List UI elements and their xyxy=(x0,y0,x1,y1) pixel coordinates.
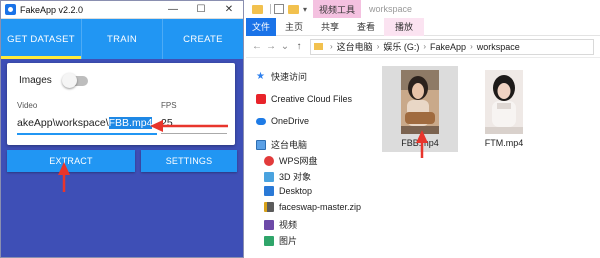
video-path-input[interactable]: akeApp\workspace\FBB.mp4 xyxy=(17,117,153,129)
settings-button[interactable]: SETTINGS xyxy=(141,150,237,172)
breadcrumb-separator-icon: › xyxy=(330,42,333,51)
video-tools-context-tab[interactable]: 视频工具 xyxy=(313,0,362,18)
back-arrow-icon[interactable]: ← xyxy=(250,41,264,52)
video-path-selected-text: FBB.mp4 xyxy=(108,117,153,129)
tab-get-dataset[interactable]: GET DATASET xyxy=(1,19,81,59)
breadcrumb-fakeapp[interactable]: FakeApp xyxy=(430,42,466,52)
breadcrumb-separator-icon: › xyxy=(376,42,380,51)
recent-locations-icon[interactable]: ⌄ xyxy=(278,41,292,52)
nav-label: Creative Cloud Files xyxy=(271,94,353,104)
address-bar[interactable]: › 这台电脑 › 娱乐 (G:) › FakeApp › workspace xyxy=(310,38,594,55)
fakeapp-title: FakeApp v2.2.0 xyxy=(20,4,84,15)
extract-button[interactable]: EXTRACT xyxy=(7,150,135,172)
explorer-ribbon-tabs: 文件 主页 共享 查看 播放 xyxy=(246,17,600,36)
video-input-underline xyxy=(17,133,157,135)
onedrive-cloud-icon xyxy=(256,117,266,125)
up-arrow-icon[interactable]: ↑ xyxy=(292,41,306,52)
breadcrumb-workspace[interactable]: workspace xyxy=(477,42,520,52)
nav-item-creative-cloud[interactable]: Creative Cloud Files xyxy=(256,94,352,104)
fakeapp-logo-icon xyxy=(5,4,16,15)
quick-access-folder-icon xyxy=(252,4,263,14)
address-folder-icon xyxy=(314,43,323,50)
creative-cloud-icon xyxy=(256,94,266,104)
computer-icon xyxy=(256,139,266,150)
screenshot-root: FakeApp v2.2.0 — ☐ ✕ GET DATASET TRAIN C… xyxy=(0,0,600,258)
nav-label: WPS网盘 xyxy=(279,156,318,166)
tab-train[interactable]: TRAIN xyxy=(81,19,162,59)
file-list: FBB.mp4 FTM.mp4 xyxy=(378,58,600,258)
file-explorer-window: ▾ 视频工具 workspace 文件 主页 共享 查看 播放 ← → ⌄ ↑ … xyxy=(246,0,600,258)
ribbon-tab-home[interactable]: 主页 xyxy=(276,18,312,36)
breadcrumb-this-pc[interactable]: 这台电脑 xyxy=(337,40,373,53)
breadcrumb-drive[interactable]: 娱乐 (G:) xyxy=(383,40,419,53)
fps-input-underline xyxy=(161,133,227,134)
video-label: Video xyxy=(17,101,38,110)
desktop-icon xyxy=(264,186,274,196)
minimize-button[interactable]: — xyxy=(159,1,187,19)
nav-item-videos[interactable]: 视频 xyxy=(264,218,297,231)
nav-item-this-pc[interactable]: 这台电脑 xyxy=(256,138,307,151)
nav-item-pictures[interactable]: 图片 xyxy=(264,234,297,247)
nav-item-faceswap-zip[interactable]: faceswap-master.zip xyxy=(264,202,361,212)
nav-label: Desktop xyxy=(279,186,313,196)
nav-label: 3D 对象 xyxy=(279,172,312,182)
explorer-address-row: ← → ⌄ ↑ › 这台电脑 › 娱乐 (G:) › FakeApp › wor… xyxy=(246,36,600,58)
tab-create[interactable]: CREATE xyxy=(162,19,243,59)
nav-label: 图片 xyxy=(279,236,298,246)
video-path-prefix: akeApp\workspace\ xyxy=(17,117,109,129)
file-name-ftm: FTM.mp4 xyxy=(484,138,524,148)
images-toggle[interactable] xyxy=(61,72,88,88)
ribbon-tab-file[interactable]: 文件 xyxy=(246,17,276,36)
nav-item-quick-access[interactable]: ★ 快速访问 xyxy=(256,70,307,83)
video-folder-icon xyxy=(264,219,274,230)
nav-item-onedrive[interactable]: OneDrive xyxy=(256,116,309,126)
fakeapp-titlebar: FakeApp v2.2.0 — ☐ ✕ xyxy=(1,1,243,19)
close-button[interactable]: ✕ xyxy=(215,1,243,19)
ribbon-tab-share[interactable]: 共享 xyxy=(312,18,348,36)
video-thumbnail xyxy=(485,70,523,134)
fps-input[interactable]: 25 xyxy=(161,117,173,129)
forward-arrow-icon[interactable]: → xyxy=(264,41,278,52)
dataset-card: Images Video FPS akeApp\workspace\FBB.mp… xyxy=(7,63,235,145)
fakeapp-window: FakeApp v2.2.0 — ☐ ✕ GET DATASET TRAIN C… xyxy=(0,0,244,258)
nav-item-3d-objects[interactable]: 3D 对象 xyxy=(264,170,311,183)
fps-label: FPS xyxy=(161,101,177,110)
nav-label: 这台电脑 xyxy=(271,140,308,150)
nav-label: 视频 xyxy=(279,220,298,230)
explorer-title: workspace xyxy=(369,4,413,14)
properties-icon[interactable] xyxy=(274,4,284,14)
fakeapp-tabbar: GET DATASET TRAIN CREATE xyxy=(1,19,243,59)
wps-cloud-icon xyxy=(264,155,274,166)
video-thumbnail-ftm-image xyxy=(485,70,523,134)
new-folder-icon[interactable] xyxy=(288,4,299,14)
ribbon-tab-play[interactable]: 播放 xyxy=(384,17,425,36)
file-item-ftm[interactable]: FTM.mp4 xyxy=(466,66,542,152)
maximize-button[interactable]: ☐ xyxy=(187,1,215,19)
images-label: Images xyxy=(19,75,52,86)
file-name-fbb: FBB.mp4 xyxy=(401,138,439,148)
file-item-fbb[interactable]: FBB.mp4 xyxy=(382,66,458,152)
customize-toolbar-icon[interactable]: ▾ xyxy=(303,5,307,14)
nav-label: OneDrive xyxy=(271,116,310,126)
zip-archive-icon xyxy=(264,202,274,212)
video-thumbnail-fbb-image xyxy=(401,70,439,134)
images-row: Images xyxy=(19,72,88,88)
pictures-folder-icon xyxy=(264,235,274,246)
toolbar-divider xyxy=(270,4,271,14)
nav-item-wps[interactable]: WPS网盘 xyxy=(264,154,318,167)
video-thumbnail xyxy=(401,70,439,134)
nav-label: faceswap-master.zip xyxy=(279,202,362,212)
ribbon-tab-view[interactable]: 查看 xyxy=(348,18,384,36)
explorer-titlebar: ▾ 视频工具 workspace xyxy=(246,0,600,18)
navigation-pane: ★ 快速访问 Creative Cloud Files OneDrive 这台电… xyxy=(246,58,374,258)
star-icon: ★ xyxy=(256,70,265,82)
nav-label: 快速访问 xyxy=(271,72,308,82)
nav-item-desktop[interactable]: Desktop xyxy=(264,186,312,196)
breadcrumb-separator-icon: › xyxy=(423,42,427,51)
cube-icon xyxy=(264,171,274,182)
breadcrumb-separator-icon: › xyxy=(470,42,473,51)
